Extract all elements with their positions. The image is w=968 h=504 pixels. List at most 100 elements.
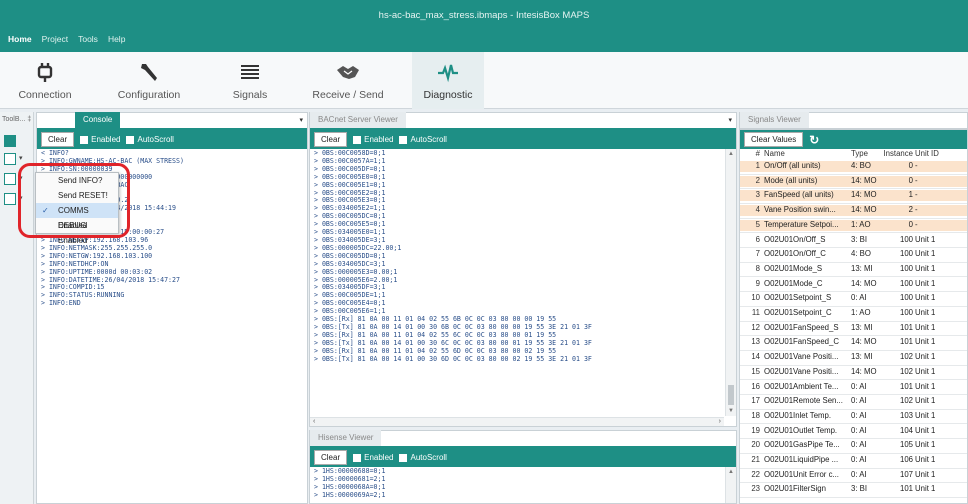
table-row[interactable]: 4 Vane Position swin... 14: MO 2- (740, 205, 967, 217)
col-number[interactable]: # (746, 149, 760, 158)
bacnet-horizontal-scrollbar[interactable]: ‹ › (310, 417, 724, 426)
cell-unit: Unit 1 (915, 484, 936, 494)
table-row[interactable]: 13 O02U01FanSpeed_C 14: MO 101 Unit 1 (740, 337, 967, 348)
context-menu-item-send-reset[interactable]: Send RESET! (36, 188, 118, 203)
table-row[interactable]: 23 O02U01FilterSign 3: BI 101 Unit 1 (740, 484, 967, 495)
cell-unit: Unit 1 (915, 308, 936, 317)
tool-console[interactable] (4, 134, 28, 148)
pin-icon[interactable]: ‡ (27, 116, 31, 123)
tab-hisense-viewer[interactable]: Hisense Viewer (310, 430, 382, 446)
table-row[interactable]: 15 O02U01Vane Positi... 14: MO 102 Unit 1 (740, 367, 967, 378)
dropdown-arrow-icon[interactable]: ▾ (299, 116, 303, 124)
hisense-clear-button[interactable]: Clear (314, 450, 348, 465)
tool-console-menu[interactable]: ▾ (4, 172, 28, 186)
tab-bacnet-server-viewer[interactable]: BACnet Server Viewer (310, 112, 406, 128)
scroll-thumb[interactable] (728, 385, 734, 405)
cell-unit: Unit 1 (915, 469, 936, 479)
tool-save[interactable]: ▾ (4, 152, 28, 166)
signals-button[interactable]: Signals (222, 52, 278, 109)
console-enabled-checkbox[interactable]: Enabled (80, 135, 120, 144)
table-row[interactable]: 21 O02U01LiquidPipe ... 0: AI 106 Unit 1 (740, 455, 967, 466)
table-row[interactable]: 20 O02U01GasPipe Te... 0: AI 105 Unit 1 (740, 440, 967, 451)
table-row[interactable]: 12 O02U01FanSpeed_S 13: MI 101 Unit 1 (740, 323, 967, 334)
bacnet-enabled-checkbox[interactable]: Enabled (353, 135, 393, 144)
context-menu-item-comms-enabled[interactable]: ✓ COMMS Enabled (36, 203, 118, 230)
chevron-down-icon[interactable]: ▾ (19, 154, 23, 162)
table-row[interactable]: 14 O02U01Vane Positi... 13: MI 102 Unit 1 (740, 352, 967, 363)
tab-console[interactable]: Console (75, 112, 121, 128)
bacnet-log[interactable]: > 0BS:00C0058D=0;1 > 0BS:00C0057A=1;1 > 0B… (310, 149, 724, 416)
tool-device[interactable]: ▾ (4, 192, 28, 206)
cell-name: O02U01On/Off_S (764, 234, 826, 244)
dropdown-arrow-icon[interactable]: ▾ (728, 116, 732, 124)
table-row[interactable]: 7 O02U01On/Off_C 4: BO 100 Unit 1 (740, 249, 967, 260)
table-row[interactable]: 8 O02U01Mode_S 13: MI 100 Unit 1 (740, 264, 967, 275)
context-menu-item-debug-enabled[interactable]: DEBUG Enabled (36, 218, 118, 245)
clear-values-button[interactable]: Clear Values (744, 132, 804, 147)
hisense-vertical-scrollbar[interactable]: ▲ (725, 467, 736, 503)
cell-instance: 101 (899, 322, 913, 332)
chevron-down-icon[interactable]: ▾ (19, 194, 23, 202)
cell-num: 15 (751, 366, 760, 376)
table-row[interactable]: 18 O02U01Inlet Temp. 0: AI 103 Unit 1 (740, 411, 967, 422)
col-type[interactable]: Type (851, 149, 883, 158)
table-row[interactable]: 19 O02U01Outlet Temp. 0: AI 104 Unit 1 (740, 426, 967, 437)
scroll-right-icon[interactable]: › (719, 418, 721, 425)
list-icon (241, 65, 259, 79)
menu-project[interactable]: Project (42, 34, 68, 44)
chevron-down-icon[interactable]: ▾ (19, 174, 23, 182)
bacnet-vertical-scrollbar[interactable]: ▲ ▼ (725, 149, 736, 416)
hisense-autoscroll-checkbox[interactable]: AutoScroll (399, 453, 447, 462)
table-row[interactable]: 9 O02U01Mode_C 14: MO 100 Unit 1 (740, 279, 967, 290)
menu-help[interactable]: Help (108, 34, 125, 44)
table-row[interactable]: 22 O02U01Unit Error c... 0: AI 107 Unit 1 (740, 470, 967, 481)
menu-home[interactable]: Home (8, 34, 32, 44)
row-divider (740, 438, 967, 440)
window-title: hs-ac-bac_max_stress.ibmaps - IntesisBox… (378, 10, 590, 21)
cell-instance: 0 (908, 219, 913, 229)
bacnet-panel: BACnet Server Viewer ▾ Clear Enabled Aut… (309, 112, 737, 427)
scroll-left-icon[interactable]: ‹ (313, 418, 315, 425)
scroll-up-icon[interactable]: ▲ (728, 469, 734, 475)
hisense-log[interactable]: > 1HS:00000688=0;1 > 1HS:00000681=2;1 > 1H… (310, 467, 724, 503)
cell-unit: Unit 1 (915, 410, 936, 420)
receive-send-button[interactable]: Receive / Send (306, 52, 390, 109)
col-unit-id[interactable]: Unit ID (915, 149, 949, 158)
cell-type: 0: AI (851, 425, 867, 435)
cell-type: 13: MI (851, 352, 873, 362)
table-row[interactable]: 5 Temperature Setpoi... 1: AO 0- (740, 219, 967, 231)
row-divider (740, 408, 967, 410)
checkbox-box (80, 135, 89, 144)
cell-instance: 104 (899, 425, 913, 435)
menu-tools[interactable]: Tools (78, 34, 98, 44)
cell-unit: Unit 1 (915, 322, 936, 332)
table-row[interactable]: 16 O02U01Ambient Te... 0: AI 101 Unit 1 (740, 382, 967, 393)
bacnet-autoscroll-checkbox[interactable]: AutoScroll (399, 135, 447, 144)
console-clear-button[interactable]: Clear (41, 132, 75, 147)
table-row[interactable]: 17 O02U01Remote Sen... 0: AI 102 Unit 1 (740, 396, 967, 407)
log-line: > 0BS:[Tx] 81 0A 00 14 01 00 30 6D 0C 0C… (314, 354, 592, 363)
connection-button[interactable]: Connection (14, 52, 76, 109)
table-row[interactable]: 11 O02U01Setpoint_C 1: AO 100 Unit 1 (740, 308, 967, 319)
context-menu-item-send-info[interactable]: Send INFO? (36, 173, 118, 188)
console-autoscroll-checkbox[interactable]: AutoScroll (126, 135, 174, 144)
row-divider (740, 173, 967, 175)
refresh-icon[interactable]: ↻ (809, 134, 819, 146)
cell-name: O02U01Ambient Te... (764, 381, 839, 391)
table-row[interactable]: 10 O02U01Setpoint_S 0: AI 100 Unit 1 (740, 293, 967, 304)
table-row[interactable]: 1 On/Off (all units) 4: BO 0- (740, 161, 967, 172)
scroll-down-icon[interactable]: ▼ (728, 408, 734, 414)
bacnet-clear-button[interactable]: Clear (314, 132, 348, 147)
table-row[interactable]: 3 FanSpeed (all units) 14: MO 1- (740, 190, 967, 202)
col-instance[interactable]: Instance (881, 149, 913, 158)
table-row[interactable]: 2 Mode (all units) 14: MO 0- (740, 175, 967, 187)
diagnostic-button[interactable]: Diagnostic (412, 52, 484, 109)
cell-type: 0: AI (851, 381, 867, 391)
table-row[interactable]: 6 O02U01On/Off_S 3: BI 100 Unit 1 (740, 235, 967, 246)
menu-bar: Home Project Tools Help (8, 34, 125, 44)
scroll-up-icon[interactable]: ▲ (728, 151, 734, 157)
col-name[interactable]: Name (764, 149, 846, 158)
configuration-button[interactable]: Configuration (108, 52, 190, 109)
tab-signals-viewer[interactable]: Signals Viewer (740, 112, 809, 128)
hisense-enabled-checkbox[interactable]: Enabled (353, 453, 393, 462)
